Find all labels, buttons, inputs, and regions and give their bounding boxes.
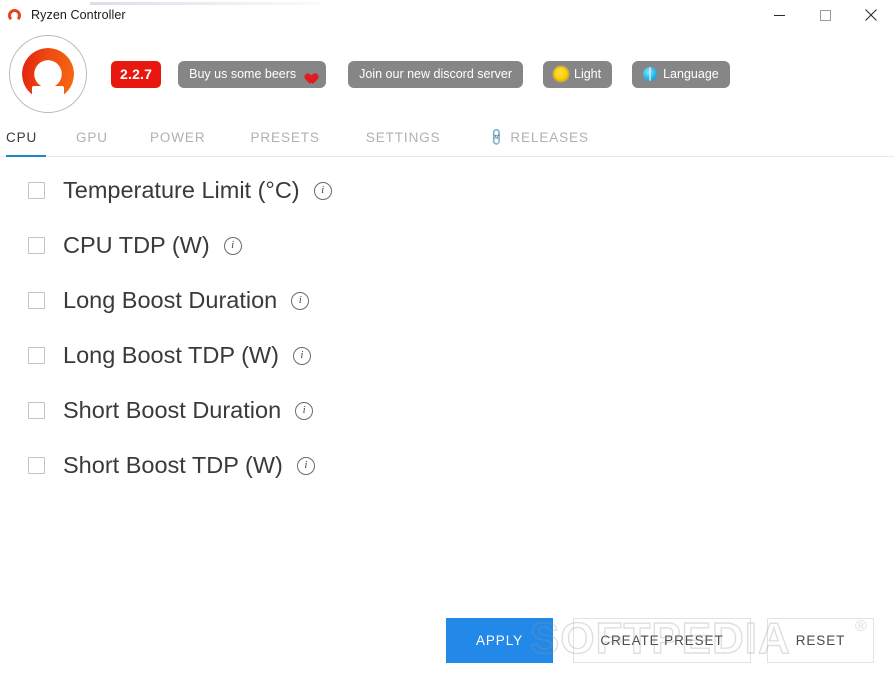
label-cpu-tdp: CPU TDP (W) [63,231,210,258]
row-short-boost-tdp[interactable]: Short Boost TDP (W) i [0,438,894,493]
tab-bar: CPU GPU POWER PRESETS SETTINGS 🔗 RELEASE… [0,118,894,157]
tab-releases-label: RELEASES [510,129,589,145]
tab-power[interactable]: POWER [150,118,206,157]
checkbox-temperature-limit[interactable] [28,182,45,199]
heart-icon [302,68,315,80]
close-button[interactable] [848,0,894,30]
checkbox-short-boost-tdp[interactable] [28,457,45,474]
info-icon-short-boost-duration[interactable]: i [295,401,314,420]
theme-toggle-button[interactable]: Light [543,60,613,88]
row-temperature-limit[interactable]: Temperature Limit (°C) i [0,163,894,218]
discord-server-label: Join our new discord server [359,67,512,81]
info-icon-long-boost-tdp[interactable]: i [292,346,311,365]
minimize-button[interactable] [756,0,802,30]
checkbox-short-boost-duration[interactable] [28,402,45,419]
globe-icon [643,67,658,81]
label-short-boost-tdp: Short Boost TDP (W) [63,451,283,478]
info-icon-long-boost-duration[interactable]: i [291,291,310,310]
checkbox-cpu-tdp[interactable] [28,237,45,254]
row-long-boost-duration[interactable]: Long Boost Duration i [0,273,894,328]
row-long-boost-tdp[interactable]: Long Boost TDP (W) i [0,328,894,383]
info-icon-temperature-limit[interactable]: i [313,181,332,200]
maximize-button[interactable] [802,0,848,30]
tab-power-label: POWER [149,129,206,145]
apply-button[interactable]: APPLY [446,618,553,663]
checkbox-long-boost-tdp[interactable] [28,347,45,364]
title-bar: Ryzen Controller [0,0,894,30]
tab-gpu-label: GPU [76,129,108,145]
info-icon-cpu-tdp[interactable]: i [223,236,242,255]
label-long-boost-tdp: Long Boost TDP (W) [63,341,279,368]
tab-presets[interactable]: PRESETS [250,118,319,157]
tab-releases[interactable]: 🔗 RELEASES [485,118,589,157]
tab-settings[interactable]: SETTINGS [366,118,441,157]
reset-button[interactable]: RESET [767,618,874,663]
tab-cpu[interactable]: CPU [6,118,46,157]
tab-gpu[interactable]: GPU [76,118,108,157]
language-label: Language [663,67,719,81]
window-title: Ryzen Controller [31,8,126,22]
row-cpu-tdp[interactable]: CPU TDP (W) i [0,218,894,273]
checkbox-long-boost-duration[interactable] [28,292,45,309]
create-preset-button[interactable]: CREATE PRESET [573,618,751,663]
buy-us-beers-button[interactable]: Buy us some beers [178,60,327,88]
version-badge: 2.2.7 [111,60,162,88]
window-controls [756,0,894,30]
language-button[interactable]: Language [632,60,730,88]
toolbar: 2.2.7 Buy us some beers Join our new dis… [0,30,894,118]
tab-presets-label: PRESETS [250,129,320,145]
action-bar: APPLY CREATE PRESET RESET [0,618,894,676]
tab-cpu-label: CPU [6,129,38,145]
tab-settings-label: SETTINGS [365,129,441,145]
ryzen-controller-window: Ryzen Controller 2.2.7 Buy us some beers [0,0,894,676]
label-long-boost-duration: Long Boost Duration [63,286,278,313]
app-logo-icon [7,7,23,23]
link-icon: 🔗 [485,126,508,148]
sun-icon [554,67,568,81]
label-temperature-limit: Temperature Limit (°C) [63,176,300,203]
buy-us-beers-label: Buy us some beers [189,67,297,81]
info-icon-short-boost-tdp[interactable]: i [296,456,315,475]
discord-server-button[interactable]: Join our new discord server [348,60,523,88]
cpu-settings-list: Temperature Limit (°C) i CPU TDP (W) i L… [0,163,894,493]
row-short-boost-duration[interactable]: Short Boost Duration i [0,383,894,438]
theme-toggle-label: Light [574,67,602,81]
label-short-boost-duration: Short Boost Duration [63,396,282,423]
ryzen-controller-logo [9,35,87,113]
